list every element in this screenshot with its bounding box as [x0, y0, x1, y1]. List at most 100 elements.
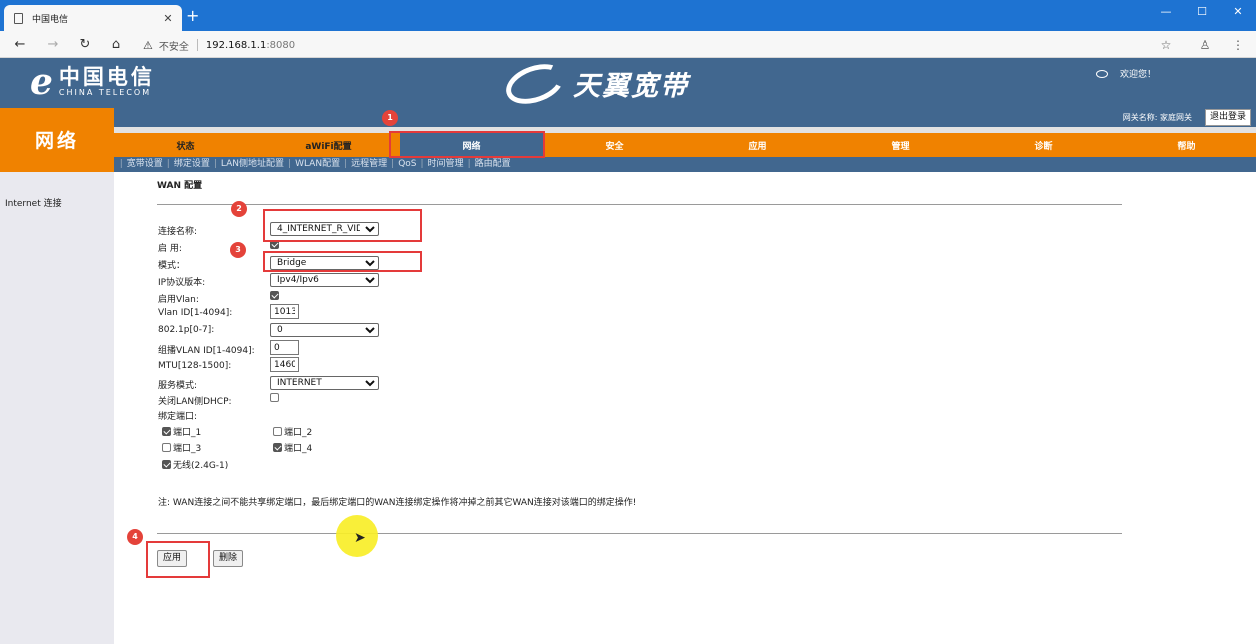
eye-icon [1096, 69, 1108, 78]
label-enable: 启 用: [158, 244, 182, 254]
label-priority: 802.1p[0-7]: [158, 325, 215, 335]
port-wireless-checkbox[interactable] [162, 460, 171, 469]
address-divider [196, 39, 198, 51]
menu-item-security[interactable]: 安全 [543, 133, 686, 157]
back-icon[interactable]: ← [11, 36, 29, 54]
main-menu: 状态 aWiFi配置 网络 安全 应用 管理 诊断 帮助 [114, 127, 1256, 157]
port-2-checkbox[interactable] [273, 427, 282, 436]
menu-item-status[interactable]: 状态 [114, 133, 257, 157]
product-name: 天翼宽带 [573, 71, 689, 102]
port-2-label: 端口_2 [284, 428, 313, 438]
home-icon[interactable]: ⌂ [107, 36, 125, 54]
submenu-binding[interactable]: 绑定设置 [170, 159, 214, 169]
forward-icon: → [47, 37, 59, 52]
page-title: WAN 配置 [157, 181, 203, 191]
port-1-checkbox[interactable] [162, 427, 171, 436]
label-mode: 模式： [158, 261, 186, 271]
favorites-star-icon[interactable]: ☆ [1157, 36, 1175, 54]
security-label[interactable]: 不安全 [159, 38, 189, 53]
priority-select[interactable]: 0 [270, 323, 379, 337]
close-window-icon[interactable]: ✕ [1220, 0, 1256, 24]
logout-button[interactable]: 退出登录 [1204, 109, 1251, 126]
divider-bottom [157, 533, 1122, 534]
submenu-broadband[interactable]: 宽带设置 [123, 159, 167, 169]
annotation-box-2 [263, 209, 422, 242]
url-port[interactable]: :8080 [266, 40, 295, 51]
port-4[interactable]: 端口_4 [273, 441, 312, 454]
menu-item-apps[interactable]: 应用 [686, 133, 829, 157]
mouse-cursor-icon: ➤ [354, 530, 366, 546]
label-mtu: MTU[128-1500]: [158, 361, 232, 371]
gateway-name: 网关名称: 家庭网关 [1122, 113, 1192, 122]
page-icon [14, 12, 23, 24]
label-disable-dhcp: 关闭LAN侧DHCP: [158, 397, 232, 407]
menu-item-help[interactable]: 帮助 [1115, 133, 1256, 157]
annotation-badge-1: 1 [382, 110, 398, 126]
tab-close-icon[interactable]: ✕ [160, 12, 176, 25]
multicast-vlan-input[interactable] [270, 340, 299, 355]
annotation-box-4 [146, 541, 210, 578]
annotation-badge-2: 2 [231, 201, 247, 217]
submenu-routing[interactable]: 路由配置 [471, 159, 515, 169]
port-4-checkbox[interactable] [273, 443, 282, 452]
maximize-icon[interactable]: ☐ [1184, 0, 1220, 24]
menu-item-manage[interactable]: 管理 [829, 133, 972, 157]
section-title: 网络 [34, 130, 79, 152]
label-service-mode: 服务模式: [158, 381, 198, 391]
extension-icon[interactable]: ♙ [1196, 36, 1214, 54]
port-1-label: 端口_1 [173, 428, 202, 438]
sub-menu: | 宽带设置 | 绑定设置 | LAN侧地址配置 | WLAN配置 | 远程管理 | QoS | 时间管理… [114, 157, 1256, 172]
router-header: e 中国电信 CHINA TELECOM 天翼宽带 欢迎您！ [0, 56, 1256, 111]
warning-icon[interactable]: ⚠ [143, 39, 153, 52]
browser-tab[interactable]: 中国电信 ✕ [4, 5, 182, 31]
brand-en: CHINA TELECOM [58, 88, 152, 97]
label-connection-name: 连接名称: [158, 227, 198, 237]
more-menu-icon[interactable]: ⋮ [1229, 36, 1247, 54]
port-2[interactable]: 端口_2 [273, 425, 312, 438]
china-telecom-logo: e 中国电信 CHINA TELECOM [30, 64, 155, 100]
submenu-time[interactable]: 时间管理 [424, 159, 468, 169]
gateway-strip: 网关名称: 家庭网关 退出登录 [114, 108, 1256, 127]
submenu-wlan[interactable]: WLAN配置 [291, 159, 344, 169]
port-3-checkbox[interactable] [162, 443, 171, 452]
section-title-box: 网络 [0, 108, 114, 172]
divider-top [157, 204, 1122, 205]
annotation-badge-4: 4 [127, 529, 143, 545]
label-multicast-vlan: 组播VLAN ID[1-4094]: [158, 346, 255, 356]
annotation-box-1 [389, 131, 545, 158]
sidebar: Internet 连接 [0, 172, 114, 644]
welcome-text: 欢迎您！ [1120, 70, 1157, 80]
ip-version-select[interactable]: Ipv4/Ipv6 [270, 273, 379, 287]
annotation-badge-3: 3 [230, 242, 246, 258]
tab-title: 中国电信 [32, 14, 69, 25]
mtu-input[interactable] [270, 357, 299, 372]
binding-note: 注: WAN连接之间不能共享绑定端口，最后绑定端口的WAN连接绑定操作将冲掉之前… [158, 498, 637, 508]
port-wireless-label: 无线(2.4G-1) [173, 461, 229, 471]
sidebar-item-internet[interactable]: Internet 连接 [5, 196, 62, 209]
tianyi-swoosh-icon [500, 56, 570, 111]
label-vlan-id: Vlan ID[1-4094]: [158, 308, 233, 318]
browser-title-bar: 中国电信 ✕ + — ☐ ✕ [0, 0, 1256, 31]
disable-dhcp-checkbox[interactable] [270, 393, 279, 402]
submenu-qos[interactable]: QoS [394, 159, 420, 169]
submenu-remote[interactable]: 远程管理 [347, 159, 391, 169]
new-tab-icon[interactable]: + [186, 8, 199, 24]
brand-cn: 中国电信 [58, 64, 155, 89]
port-3[interactable]: 端口_3 [162, 441, 201, 454]
menu-item-awifi[interactable]: aWiFi配置 [257, 133, 400, 157]
browser-toolbar: ← → ↻ ⌂ ⚠ 不安全 192.168.1.1 :8080 ☆ ♙ ⋮ [0, 31, 1256, 58]
service-mode-select[interactable]: INTERNET [270, 376, 379, 390]
minimize-icon[interactable]: — [1148, 0, 1184, 24]
enable-vlan-checkbox[interactable] [270, 291, 279, 300]
port-1[interactable]: 端口_1 [162, 425, 201, 438]
address-bar[interactable]: ⚠ 不安全 192.168.1.1 :8080 [143, 36, 295, 54]
port-wireless[interactable]: 无线(2.4G-1) [162, 458, 228, 471]
delete-button[interactable]: 删除 [213, 550, 244, 567]
port-4-label: 端口_4 [284, 444, 313, 454]
port-3-label: 端口_3 [173, 444, 202, 454]
vlan-id-input[interactable] [270, 304, 299, 319]
url-host[interactable]: 192.168.1.1 [206, 40, 266, 51]
reload-icon[interactable]: ↻ [76, 36, 94, 54]
menu-item-diagnose[interactable]: 诊断 [972, 133, 1115, 157]
submenu-lan-address[interactable]: LAN侧地址配置 [217, 159, 288, 169]
